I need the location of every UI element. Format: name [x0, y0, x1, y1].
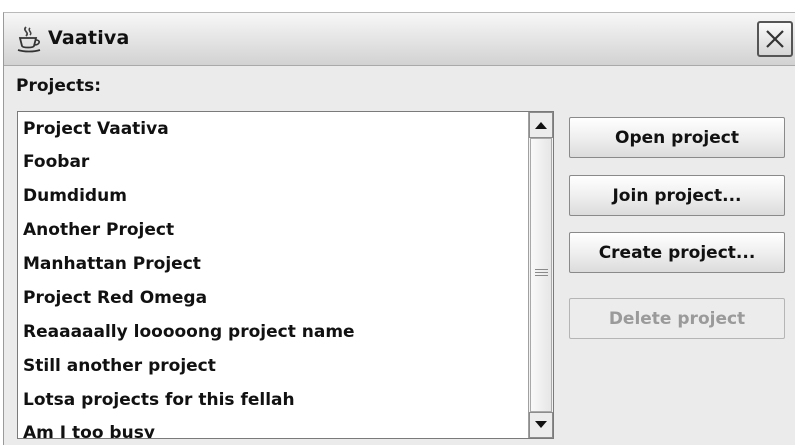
grip-line: [535, 275, 548, 276]
list-item[interactable]: Dumdidum: [23, 186, 127, 206]
scroll-up-button[interactable]: [529, 112, 553, 138]
list-scrollbar[interactable]: [528, 112, 553, 438]
list-item[interactable]: Project Vaativa: [23, 119, 169, 139]
vaativa-window: Vaativa Projects: Project Vaativa Foobar…: [3, 12, 795, 445]
scroll-thumb[interactable]: [530, 138, 552, 412]
join-project-button[interactable]: Join project...: [569, 175, 785, 216]
projects-list[interactable]: Project Vaativa Foobar Dumdidum Another …: [17, 111, 554, 439]
grip-line: [535, 272, 548, 273]
title-bar[interactable]: Vaativa: [4, 13, 795, 66]
list-item[interactable]: Project Red Omega: [23, 288, 207, 308]
create-project-button[interactable]: Create project...: [569, 232, 785, 273]
list-item[interactable]: Still another project: [23, 356, 216, 376]
list-item[interactable]: Reaaaaally looooong project name: [23, 322, 355, 342]
delete-project-button: Delete project: [569, 298, 785, 339]
list-item[interactable]: Lotsa projects for this fellah: [23, 390, 295, 410]
list-item[interactable]: Am I too busy: [23, 423, 155, 438]
arrow-up-icon: [535, 122, 547, 129]
list-item[interactable]: Another Project: [23, 220, 174, 240]
java-cup-icon: [16, 25, 42, 53]
close-icon: [766, 30, 784, 48]
arrow-down-icon: [535, 421, 547, 428]
window-title: Vaativa: [48, 27, 130, 49]
list-item[interactable]: Foobar: [23, 152, 89, 172]
projects-label: Projects:: [16, 76, 101, 96]
grip-line: [535, 269, 548, 270]
list-item[interactable]: Manhattan Project: [23, 254, 201, 274]
scroll-down-button[interactable]: [529, 412, 553, 438]
open-project-button[interactable]: Open project: [569, 117, 785, 158]
close-button[interactable]: [757, 21, 793, 57]
